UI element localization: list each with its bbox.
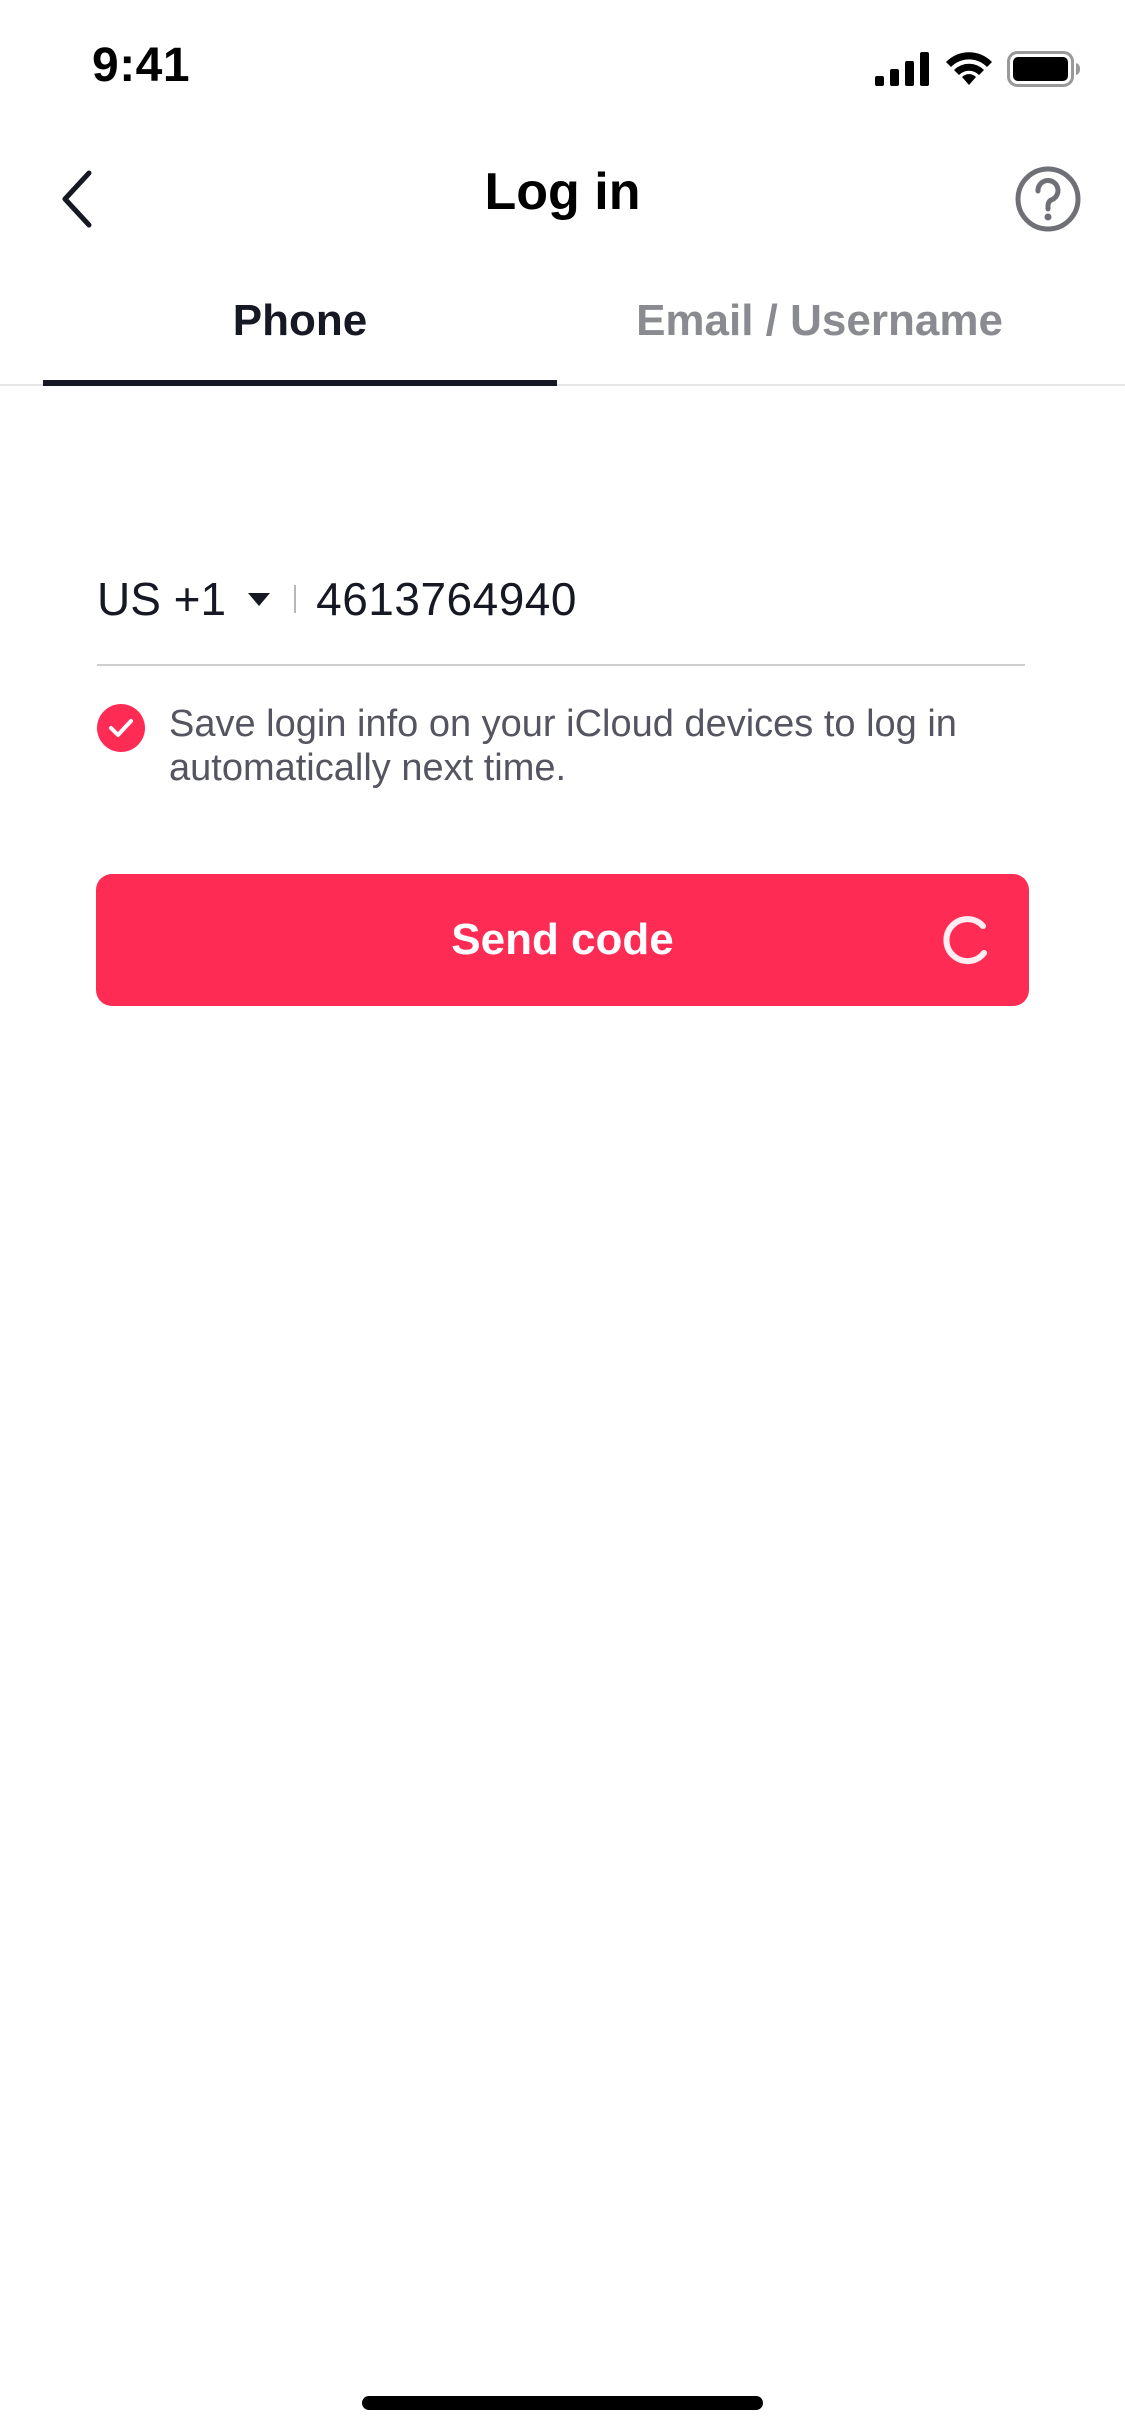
save-login-text: Save login info on your iCloud devices t… (169, 703, 957, 789)
phone-input-row: US +1 (97, 556, 1025, 666)
status-icons (875, 48, 1081, 90)
tab-phone[interactable]: Phone (43, 280, 557, 384)
save-login-row: Save login info on your iCloud devices t… (97, 702, 1027, 790)
tab-email-username[interactable]: Email / Username (557, 280, 1082, 384)
caret-down-icon (248, 592, 271, 606)
input-divider (294, 585, 297, 613)
nav-bar: Log in (0, 132, 1125, 264)
send-code-button[interactable]: Send code (96, 874, 1029, 1006)
status-bar: 9:41 (0, 0, 1125, 132)
phone-number-input[interactable] (316, 572, 957, 626)
active-tab-indicator (43, 380, 557, 386)
login-method-tabs: Phone Email / Username (0, 280, 1125, 386)
cellular-signal-icon (875, 52, 929, 86)
checkmark-icon (109, 719, 133, 737)
loading-spinner-icon (943, 916, 987, 965)
country-code-selector[interactable]: US +1 (97, 559, 271, 639)
country-code-label: US +1 (97, 573, 227, 625)
status-time: 9:41 (92, 39, 191, 92)
wifi-icon (946, 52, 992, 85)
send-code-label: Send code (451, 915, 674, 964)
page-title: Log in (484, 163, 641, 221)
question-circle-icon (1015, 166, 1081, 232)
battery-icon (1007, 51, 1080, 87)
save-login-checkbox[interactable] (97, 704, 145, 752)
home-indicator (362, 2396, 763, 2410)
help-button[interactable] (1011, 162, 1085, 236)
